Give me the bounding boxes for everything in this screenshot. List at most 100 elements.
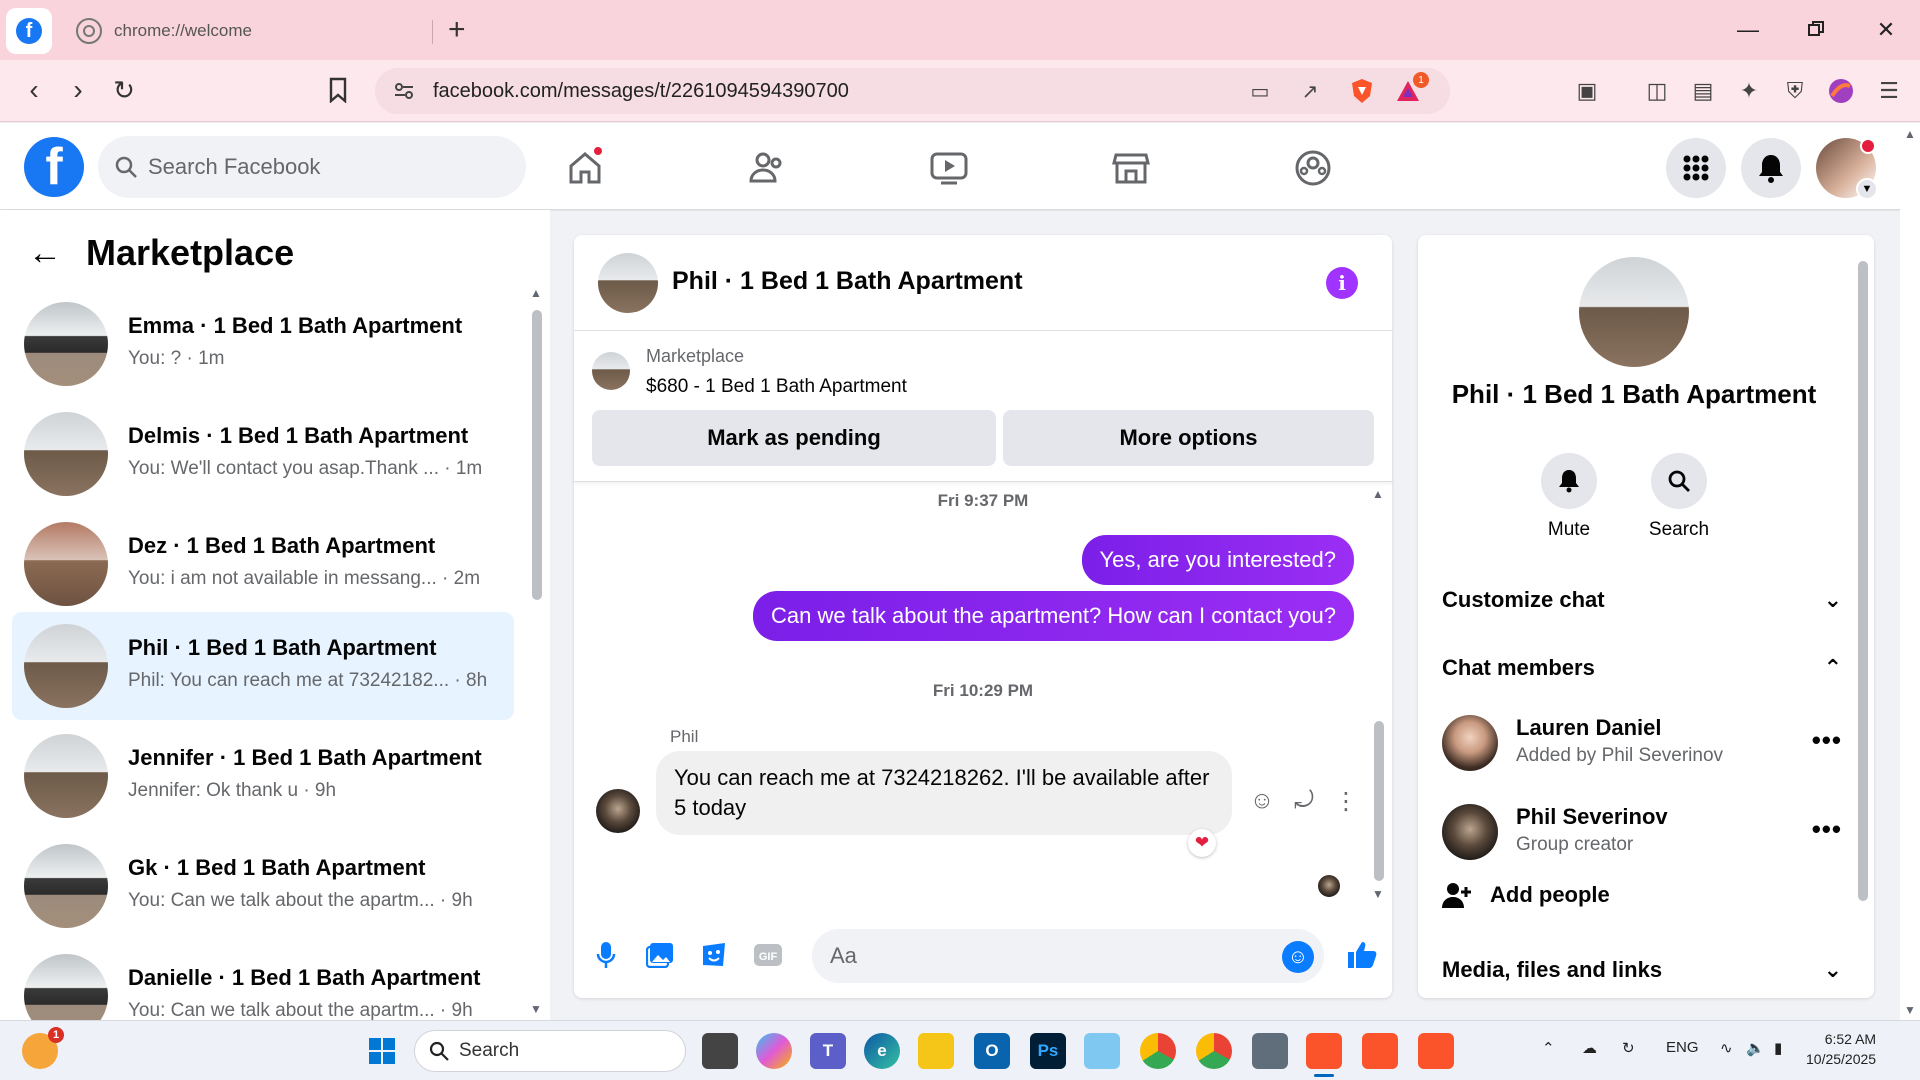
conversation-list-scrollbar[interactable]: [532, 310, 542, 600]
nav-home[interactable]: [560, 143, 610, 193]
sidebar-toggle-icon[interactable]: ◫: [1640, 74, 1674, 108]
back-button[interactable]: ‹: [14, 70, 54, 110]
outlook-icon[interactable]: O: [974, 1033, 1010, 1069]
chat-scroll-down-arrow[interactable]: ▼: [1372, 887, 1384, 901]
scroll-up-arrow[interactable]: ▲: [530, 286, 542, 300]
language-indicator[interactable]: ENG: [1666, 1039, 1699, 1056]
tab-welcome[interactable]: chrome://welcome: [70, 12, 430, 50]
system-clock[interactable]: 6:52 AM 10/25/2025: [1806, 1029, 1876, 1069]
chat-scroll-up-arrow[interactable]: ▲: [1372, 487, 1384, 501]
more-horizontal-icon[interactable]: •••: [1812, 725, 1842, 756]
sender-avatar[interactable]: [596, 789, 640, 833]
media-files-section[interactable]: Media, files and links ⌄: [1442, 957, 1842, 983]
page-scroll-down-arrow[interactable]: ▼: [1904, 1003, 1916, 1017]
react-smiley-icon[interactable]: ☺: [1244, 783, 1280, 819]
page-scrollbar[interactable]: ▲ ▼: [1900, 123, 1920, 1023]
chat-members-section[interactable]: Chat members ⌃: [1442, 655, 1842, 681]
weather-widget-icon[interactable]: 1: [22, 1027, 64, 1069]
image-icon[interactable]: [640, 935, 680, 975]
incoming-message[interactable]: You can reach me at 7324218262. I'll be …: [656, 751, 1232, 835]
sync-icon[interactable]: ↻: [1622, 1039, 1635, 1057]
reader-mode-icon[interactable]: ▣: [1570, 74, 1604, 108]
volume-icon[interactable]: 🔈: [1746, 1039, 1765, 1057]
tab-facebook[interactable]: f: [6, 8, 52, 54]
nav-watch[interactable]: [924, 143, 974, 193]
brave-shields-icon[interactable]: [1347, 76, 1377, 106]
gif-icon[interactable]: GIF: [748, 935, 788, 975]
mute-button[interactable]: Mute: [1524, 453, 1614, 541]
chat-title[interactable]: Phil · 1 Bed 1 Bath Apartment: [672, 267, 1023, 296]
chat-scrollbar[interactable]: [1374, 721, 1384, 881]
member-item[interactable]: Phil Severinov Group creator •••: [1442, 800, 1842, 870]
conversation-item[interactable]: Delmis · 1 Bed 1 Bath Apartment You: We'…: [12, 400, 514, 508]
message-input[interactable]: [812, 929, 1324, 983]
app-icon[interactable]: [1252, 1033, 1288, 1069]
brave-icon[interactable]: [1362, 1033, 1398, 1069]
microphone-icon[interactable]: [586, 935, 626, 975]
profile-icon[interactable]: [1824, 74, 1858, 108]
menu-grid-button[interactable]: [1666, 138, 1726, 198]
conversation-item[interactable]: Dez · 1 Bed 1 Bath Apartment You: i am n…: [12, 510, 514, 618]
restore-button[interactable]: [1796, 10, 1836, 50]
minimize-button[interactable]: —: [1728, 10, 1768, 50]
thumbs-up-icon[interactable]: [1342, 935, 1382, 975]
search-conversation-button[interactable]: Search: [1634, 453, 1724, 541]
scroll-down-arrow[interactable]: ▼: [530, 1002, 542, 1016]
brave-icon[interactable]: [1418, 1033, 1454, 1069]
brave-rewards-icon[interactable]: 1: [1393, 72, 1429, 106]
info-panel-scrollbar[interactable]: [1858, 261, 1868, 901]
start-button[interactable]: [364, 1033, 400, 1069]
site-settings-icon[interactable]: [389, 76, 419, 106]
conversation-item-selected[interactable]: Phil · 1 Bed 1 Bath Apartment Phil: You …: [12, 612, 514, 720]
heart-reaction-icon[interactable]: ❤: [1188, 829, 1216, 857]
listing-title[interactable]: $680 - 1 Bed 1 Bath Apartment: [646, 376, 907, 398]
conversation-item[interactable]: Gk · 1 Bed 1 Bath Apartment You: Can we …: [12, 832, 514, 940]
address-bar[interactable]: facebook.com/messages/t/2261094594390700…: [375, 68, 1450, 114]
customize-chat-section[interactable]: Customize chat ⌄: [1442, 587, 1842, 613]
teams-icon[interactable]: T: [810, 1033, 846, 1069]
member-item[interactable]: Lauren Daniel Added by Phil Severinov ••…: [1442, 711, 1842, 781]
share-icon[interactable]: ↗: [1295, 76, 1325, 106]
more-horizontal-icon[interactable]: •••: [1812, 814, 1842, 845]
cast-icon[interactable]: ▭: [1245, 76, 1275, 106]
chrome-icon[interactable]: [1140, 1033, 1176, 1069]
taskbar-search[interactable]: Search: [414, 1030, 686, 1072]
wifi-icon[interactable]: ∿: [1720, 1039, 1733, 1057]
conversation-item[interactable]: Jennifer · 1 Bed 1 Bath Apartment Jennif…: [12, 722, 514, 830]
new-tab-button[interactable]: +: [448, 12, 466, 48]
reload-button[interactable]: ↻: [104, 70, 144, 110]
add-people-button[interactable]: Add people: [1442, 881, 1610, 909]
more-options-button[interactable]: More options: [1003, 410, 1374, 466]
bookmark-button[interactable]: [318, 70, 358, 110]
facebook-logo[interactable]: f: [24, 137, 84, 197]
photoshop-icon[interactable]: Ps: [1030, 1033, 1066, 1069]
forward-button[interactable]: ›: [58, 70, 98, 110]
reply-icon[interactable]: ⤾: [1286, 783, 1322, 819]
conversation-item[interactable]: Emma · 1 Bed 1 Bath Apartment You: ? · 1…: [12, 290, 514, 398]
task-view-icon[interactable]: [702, 1033, 738, 1069]
chrome-profile-icon[interactable]: [1196, 1033, 1232, 1069]
chat-avatar[interactable]: [598, 253, 658, 313]
info-icon[interactable]: i: [1326, 267, 1358, 299]
copilot-icon[interactable]: [756, 1033, 792, 1069]
back-arrow-icon[interactable]: ←: [28, 234, 62, 273]
notifications-button[interactable]: [1741, 138, 1801, 198]
emoji-icon[interactable]: ☺: [1282, 941, 1314, 973]
menu-icon[interactable]: ☰: [1872, 74, 1906, 108]
outgoing-message[interactable]: Can we talk about the apartment? How can…: [753, 591, 1354, 641]
outgoing-message[interactable]: Yes, are you interested?: [1081, 535, 1354, 585]
file-explorer-icon[interactable]: [918, 1033, 954, 1069]
nav-marketplace[interactable]: [1106, 143, 1156, 193]
conversation-item[interactable]: Danielle · 1 Bed 1 Bath Apartment You: C…: [12, 942, 514, 1020]
account-avatar[interactable]: ▼: [1816, 138, 1878, 200]
vpn-shield-icon[interactable]: ⛨: [1778, 74, 1812, 108]
close-window-button[interactable]: ✕: [1866, 10, 1906, 50]
edge-icon[interactable]: e: [864, 1033, 900, 1069]
battery-icon[interactable]: ▮: [1774, 1039, 1782, 1057]
cloud-off-icon[interactable]: ☁: [1582, 1039, 1597, 1057]
chevron-up-icon[interactable]: ⌃: [1542, 1039, 1555, 1057]
screen-capture-icon[interactable]: [1084, 1033, 1120, 1069]
wallet-icon[interactable]: ▤: [1686, 74, 1720, 108]
mark-as-pending-button[interactable]: Mark as pending: [592, 410, 996, 466]
brave-icon[interactable]: [1306, 1033, 1342, 1069]
